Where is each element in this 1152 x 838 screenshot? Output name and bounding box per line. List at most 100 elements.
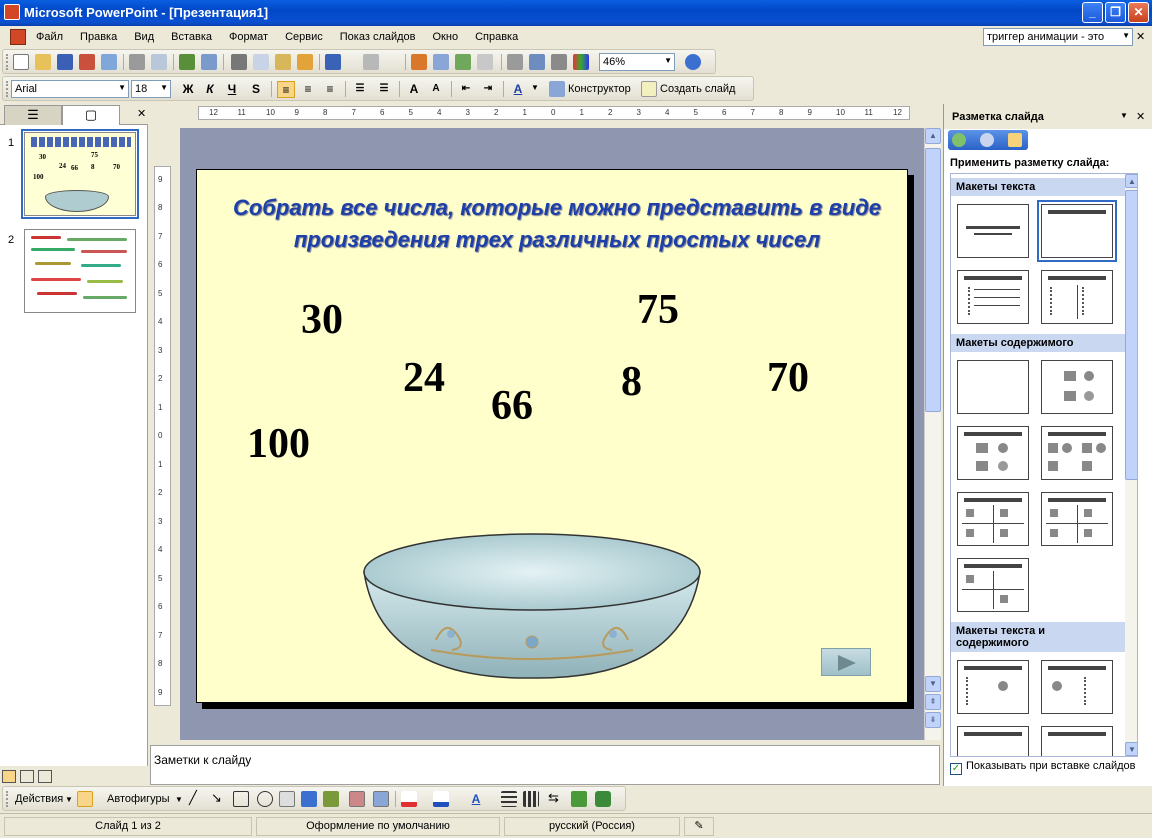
scroll-down-icon[interactable]: ▼ [1125,742,1137,756]
designer-button[interactable]: Конструктор [568,83,631,95]
expand-icon[interactable] [507,54,523,70]
decrease-font-button[interactable]: A [427,81,445,98]
document-icon[interactable] [10,29,26,45]
chevron-down-icon[interactable]: ▼ [1120,111,1128,120]
layout-two-content-text[interactable] [1041,726,1113,756]
select-arrow-icon[interactable] [77,791,93,807]
toolbar-grip[interactable] [6,81,9,97]
copy-icon[interactable] [253,54,269,70]
tab-outline[interactable]: ☰ [4,105,62,125]
actions-menu[interactable]: Действия [15,793,63,805]
line-icon[interactable]: ╱ [189,790,197,806]
rectangle-icon[interactable] [233,791,249,807]
oval-icon[interactable] [257,791,273,807]
next-slide-icon[interactable]: ⇟ [925,712,941,728]
layout-content[interactable] [1041,360,1113,414]
email-icon[interactable] [101,54,117,70]
arrow-icon[interactable]: ↘ [211,790,222,806]
line-style-icon[interactable] [501,791,517,807]
scroll-up-icon[interactable]: ▲ [1125,174,1137,188]
shadow-style-icon[interactable] [571,791,587,807]
font-size-combo[interactable]: 18 ▼ [131,80,171,98]
gallery-scrollbar[interactable]: ▲ ▼ [1125,174,1137,756]
format-painter-icon[interactable] [297,54,313,70]
menu-view[interactable]: Вид [134,31,154,43]
help-search-input[interactable]: триггер анимации - это ▼ [983,28,1133,46]
tables-borders-icon[interactable] [455,54,471,70]
number-66[interactable]: 66 [491,382,533,430]
close-button[interactable]: ✕ [1128,2,1149,23]
insert-chart-icon[interactable] [411,54,427,70]
slideshow-icon[interactable] [38,770,52,783]
insert-table-icon[interactable] [433,54,449,70]
toolbar-grip[interactable] [6,54,9,70]
scroll-down-icon[interactable]: ▼ [925,676,941,692]
minimize-button[interactable]: _ [1082,2,1103,23]
align-left-button[interactable]: ≡ [277,81,295,98]
spellcheck-status-icon[interactable]: ✎ [684,817,714,836]
bowl-image[interactable] [361,530,703,680]
chevron-down-icon[interactable]: ▼ [664,56,672,65]
slide-thumbnail-2[interactable] [24,229,136,313]
notes-pane[interactable]: Заметки к слайду [150,745,940,785]
checkmark-icon[interactable]: ✓ [950,763,962,775]
scroll-thumb[interactable] [925,148,941,412]
wordart-icon[interactable] [301,791,317,807]
font-color-icon[interactable]: A [467,791,485,808]
align-center-button[interactable]: ≡ [299,81,317,98]
number-30[interactable]: 30 [301,296,343,344]
slide-thumbnail-1[interactable]: 30 75 24 8 70 66 100 [21,129,139,219]
scroll-up-icon[interactable]: ▲ [925,128,941,144]
picture-icon[interactable] [373,791,389,807]
research-icon[interactable] [201,54,217,70]
arrow-style-icon[interactable]: ⇆ [548,790,559,806]
chevron-down-icon[interactable]: ▼ [160,83,168,92]
undo-icon[interactable] [325,54,341,70]
chevron-down-icon[interactable]: ▼ [65,795,73,804]
italic-button[interactable]: К [201,81,219,98]
menu-slideshow[interactable]: Показ слайдов [340,31,416,43]
scroll-thumb[interactable] [1125,190,1137,480]
align-right-button[interactable]: ≡ [321,81,339,98]
chevron-down-icon[interactable]: ▼ [531,83,539,92]
layout-four-content[interactable] [957,558,1029,612]
layout-text-content[interactable] [957,660,1029,714]
layout-title-only[interactable] [1037,200,1117,262]
fill-color-icon[interactable] [401,791,417,807]
close-icon[interactable]: ✕ [137,107,146,120]
action-next-button[interactable] [821,648,871,676]
new-slide-button[interactable]: Создать слайд [660,83,735,95]
number-75[interactable]: 75 [637,286,679,334]
3d-style-icon[interactable] [595,791,611,807]
slide-scrollbar[interactable]: ▲ ▼ ⇞ ⇟ [924,128,941,740]
increase-font-button[interactable]: A [405,81,423,98]
layout-title-only-text[interactable] [957,204,1029,258]
diagram-icon[interactable] [323,791,339,807]
textbox-icon[interactable] [279,791,295,807]
show-on-insert-checkbox[interactable]: ✓ Показывать при вставке слайдов [950,760,1136,775]
clipart-icon[interactable] [349,791,365,807]
permission-icon[interactable] [79,54,95,70]
back-icon[interactable] [952,133,966,147]
document-close-icon[interactable]: ✕ [1136,30,1145,43]
layout-content-text[interactable] [1041,660,1113,714]
decrease-indent-button[interactable]: ⇤ [457,81,475,98]
menu-tools[interactable]: Сервис [285,31,323,43]
spelling-icon[interactable] [179,54,195,70]
numbering-button[interactable]: ☰ [351,81,369,98]
menu-help[interactable]: Справка [475,31,518,43]
menu-format[interactable]: Формат [229,31,268,43]
chevron-down-icon[interactable]: ▼ [118,83,126,92]
close-icon[interactable]: ✕ [1136,110,1145,123]
restore-button[interactable]: ❐ [1105,2,1126,23]
print-icon[interactable] [129,54,145,70]
open-icon[interactable] [35,54,51,70]
bullets-button[interactable]: ☰ [375,81,393,98]
slide-canvas[interactable]: Собрать все числа, которые можно предста… [196,169,908,703]
increase-indent-button[interactable]: ⇥ [479,81,497,98]
font-color-button[interactable]: A [509,81,527,98]
layout-text-two-content[interactable] [957,726,1029,756]
underline-button[interactable]: Ч [223,81,241,98]
slide-sorter-icon[interactable] [20,770,34,783]
new-icon[interactable] [13,54,29,70]
